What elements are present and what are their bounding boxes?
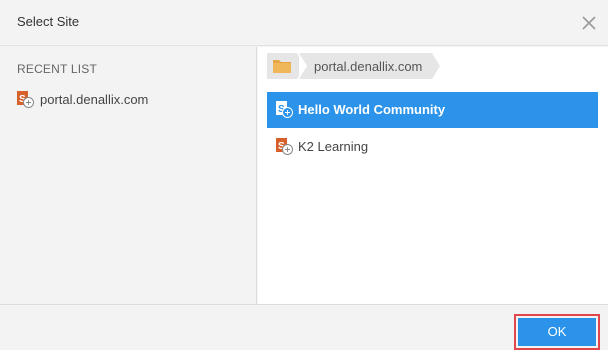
folder-icon <box>273 58 291 76</box>
recent-list-pane: RECENT LIST S portal.denallix.com <box>0 47 257 304</box>
dialog-header: Select Site <box>0 0 608 46</box>
sharepoint-site-icon: S <box>17 91 34 111</box>
site-row-k2-learning[interactable]: S K2 Learning <box>267 129 598 165</box>
ok-button[interactable]: OK <box>518 318 596 346</box>
breadcrumb-end-arrow <box>432 53 440 79</box>
site-row-label: Hello World Community <box>298 102 446 117</box>
breadcrumb-site-label: portal.denallix.com <box>314 59 423 74</box>
site-row-label: K2 Learning <box>298 139 369 154</box>
recent-list-heading: RECENT LIST <box>17 62 97 76</box>
breadcrumb-notch <box>299 53 307 79</box>
site-browser-pane: portal.denallix.com S Hello World Commun… <box>258 47 608 304</box>
dialog-title: Select Site <box>17 14 80 29</box>
select-site-dialog: Select Site RECENT LIST S portal.denalli… <box>0 0 608 350</box>
breadcrumb: portal.denallix.com <box>267 53 440 79</box>
recent-item-portal[interactable]: S portal.denallix.com <box>15 90 245 110</box>
breadcrumb-root[interactable] <box>267 53 297 79</box>
breadcrumb-site[interactable]: portal.denallix.com <box>299 53 432 79</box>
close-icon[interactable] <box>580 14 598 32</box>
sharepoint-site-icon: S <box>276 101 293 121</box>
sharepoint-site-icon: S <box>276 138 293 158</box>
dialog-footer: OK <box>0 304 608 350</box>
site-row-hello-world[interactable]: S Hello World Community <box>267 92 598 128</box>
recent-item-label: portal.denallix.com <box>40 92 149 107</box>
ok-button-highlight: OK <box>514 314 600 350</box>
